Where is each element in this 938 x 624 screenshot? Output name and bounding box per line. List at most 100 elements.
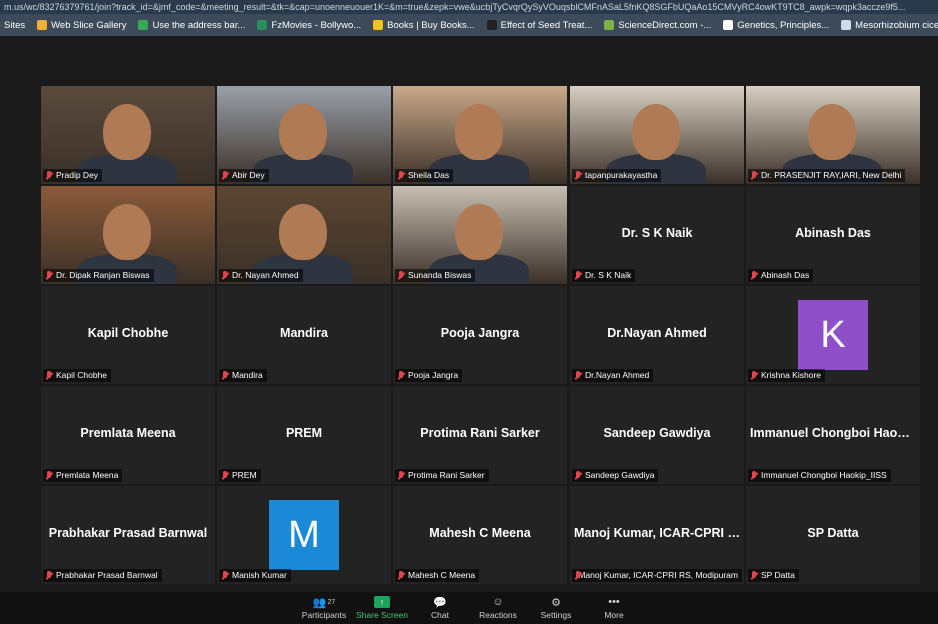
bookmark-item[interactable]: Books | Buy Books...: [373, 20, 475, 31]
participant-name-label: Kapil Chobhe: [43, 369, 112, 382]
participant-silhouette: [279, 204, 327, 260]
bookmark-label: Genetics, Principles...: [737, 19, 830, 31]
muted-mic-icon: [221, 370, 229, 381]
participant-name-label: Mahesh C Meena: [395, 569, 480, 582]
participant-display-name: Sandeep Gawdiya: [603, 426, 711, 440]
participant-tile[interactable]: Dr. Dipak Ranjan Biswas: [41, 186, 215, 284]
muted-mic-icon: [221, 570, 229, 581]
participant-name-label: Dr. Dipak Ranjan Biswas: [43, 269, 154, 282]
participant-name-label: Abir Dey: [219, 169, 269, 182]
participant-silhouette: [455, 104, 503, 160]
bookmark-item[interactable]: FzMovies - Bollywo...: [257, 20, 361, 31]
more-button[interactable]: ••• More: [585, 592, 643, 624]
participant-display-name: Prabhakar Prasad Barnwal: [48, 526, 208, 540]
participant-name: Manish Kumar: [232, 570, 287, 580]
participant-tile[interactable]: Sunanda Biswas: [393, 186, 567, 284]
reactions-button[interactable]: ☺ Reactions: [469, 592, 527, 624]
bookmark-item[interactable]: Sites: [4, 20, 25, 31]
participant-name-label: Pradip Dey: [43, 169, 103, 182]
participant-tile[interactable]: Prabhakar Prasad Barnwal Prabhakar Prasad…: [41, 486, 215, 584]
reactions-icon: ☺: [492, 596, 504, 608]
participant-display-name: SP Datta: [807, 526, 859, 540]
bookmark-item[interactable]: Web Slice Gallery: [37, 20, 126, 31]
bookmark-label: Sites: [4, 19, 26, 31]
muted-mic-icon: [45, 370, 53, 381]
participant-tile[interactable]: Abinash Das Abinash Das: [746, 186, 920, 284]
participant-name-label: Pooja Jangra: [395, 369, 463, 382]
muted-mic-icon: [397, 170, 405, 181]
muted-mic-icon: [750, 270, 758, 281]
participant-tile[interactable]: Dr. PRASENJIT RAY,IARI, New Delhi: [746, 86, 920, 184]
participant-tile[interactable]: tapanpurakayastha: [570, 86, 744, 184]
participant-tile[interactable]: Pradip Dey: [41, 86, 215, 184]
settings-button[interactable]: ⚙ Settings: [527, 592, 585, 624]
participant-tile[interactable]: Mandira Mandira: [217, 286, 391, 384]
participant-name-label: PREM: [219, 469, 261, 482]
muted-mic-icon: [574, 370, 582, 381]
share-screen-icon: ↑: [374, 596, 390, 608]
video-gallery: Pradip Dey Abir Dey Sheila Das tapanpurakay…: [0, 36, 938, 592]
participant-tile[interactable]: PREM PREM: [217, 386, 391, 484]
muted-mic-icon: [574, 570, 582, 581]
participant-tile[interactable]: Mahesh C Meena Mahesh C Meena: [393, 486, 567, 584]
bookmark-item[interactable]: Effect of Seed Treat...: [486, 19, 593, 31]
participant-display-name: Immanuel Chongboi Haoki...: [750, 426, 919, 440]
muted-mic-icon: [397, 570, 405, 581]
participant-tile[interactable]: Sandeep Gawdiya Sandeep Gawdiya: [570, 386, 744, 484]
participant-name: Sunanda Biswas: [408, 270, 472, 280]
participant-name-label: Mandira: [219, 369, 267, 382]
bookmark-label: Web Slice Gallery: [51, 19, 127, 31]
bookmark-label: FzMovies - Bollywo...: [271, 19, 362, 31]
participant-tile[interactable]: M Manish Kumar: [217, 486, 391, 584]
w-icon: [486, 20, 497, 30]
address-bar[interactable]: m.us/wc/83276379761/join?track_id=&jmf_c…: [0, 0, 938, 14]
muted-mic-icon: [221, 470, 229, 481]
participant-tile[interactable]: Pooja Jangra Pooja Jangra: [393, 286, 567, 384]
sciencedirect-icon: [604, 20, 615, 30]
participant-name-label: Dr. PRASENJIT RAY,IARI, New Delhi: [748, 169, 906, 182]
participant-tile[interactable]: Dr. S K Naik Dr. S K Naik: [570, 186, 744, 284]
participant-tile[interactable]: Premlata Meena Premlata Meena: [41, 386, 215, 484]
participant-tile[interactable]: Sheila Das: [393, 86, 567, 184]
toolbar-label: Settings: [540, 610, 572, 620]
participant-tile[interactable]: Abir Dey: [217, 86, 391, 184]
participant-name: Sheila Das: [408, 170, 450, 180]
participant-name: tapanpurakayastha: [585, 170, 658, 180]
participant-tile[interactable]: Manoj Kumar, ICAR-CPRI R... Manoj Kumar, …: [570, 486, 744, 584]
muted-mic-icon: [750, 470, 758, 481]
share-screen-button[interactable]: ↑ Share Screen: [353, 592, 411, 624]
participant-tile[interactable]: SP Datta SP Datta: [746, 486, 920, 584]
muted-mic-icon: [45, 470, 53, 481]
participant-display-name: PREM: [285, 426, 323, 440]
participant-name-label: Sunanda Biswas: [395, 269, 476, 282]
participant-name: Mahesh C Meena: [408, 570, 476, 580]
participant-name: Prabhakar Prasad Barnwal: [56, 570, 158, 580]
participants-button[interactable]: 👥 27 Participants: [295, 592, 353, 624]
participant-name: Mandira: [232, 370, 263, 380]
books-icon: [373, 20, 384, 30]
participant-name-label: Dr.Nayan Ahmed: [572, 369, 654, 382]
muted-mic-icon: [221, 170, 229, 181]
participants-count: 27: [327, 598, 336, 606]
url-text: m.us/wc/83276379761/join?track_id=&jmf_c…: [4, 2, 906, 12]
participant-tile[interactable]: K Krishna Kishore: [746, 286, 920, 384]
bookmark-item[interactable]: Mesorhizobium ciceri: [841, 20, 938, 31]
participant-display-name: Dr.Nayan Ahmed: [607, 326, 707, 340]
bookmark-item[interactable]: Use the address bar...: [138, 20, 245, 31]
bookmark-label: Effect of Seed Treat...: [500, 19, 593, 31]
bookmark-label: ScienceDirect.com -...: [618, 19, 712, 31]
participant-name: Abir Dey: [232, 170, 265, 180]
toolbar-label: Reactions: [479, 610, 517, 620]
settings-icon: ⚙: [551, 596, 561, 609]
bookmark-item[interactable]: Genetics, Principles...: [723, 20, 829, 31]
participant-tile[interactable]: Protima Rani Sarker Protima Rani Sarker: [393, 386, 567, 484]
participant-display-name: Premlata Meena: [80, 426, 176, 440]
participant-tile[interactable]: Immanuel Chongboi Haoki... Immanuel Chong…: [746, 386, 920, 484]
participant-tile[interactable]: Dr.Nayan Ahmed Dr.Nayan Ahmed: [570, 286, 744, 384]
participant-tile[interactable]: Dr. Nayan Ahmed: [217, 186, 391, 284]
participant-name: Sandeep Gawdiya: [585, 470, 655, 480]
chrome-icon: [138, 20, 149, 30]
bookmark-item[interactable]: ScienceDirect.com -...: [604, 20, 711, 31]
chat-button[interactable]: 💬 Chat: [411, 592, 469, 624]
participant-tile[interactable]: Kapil Chobhe Kapil Chobhe: [41, 286, 215, 384]
